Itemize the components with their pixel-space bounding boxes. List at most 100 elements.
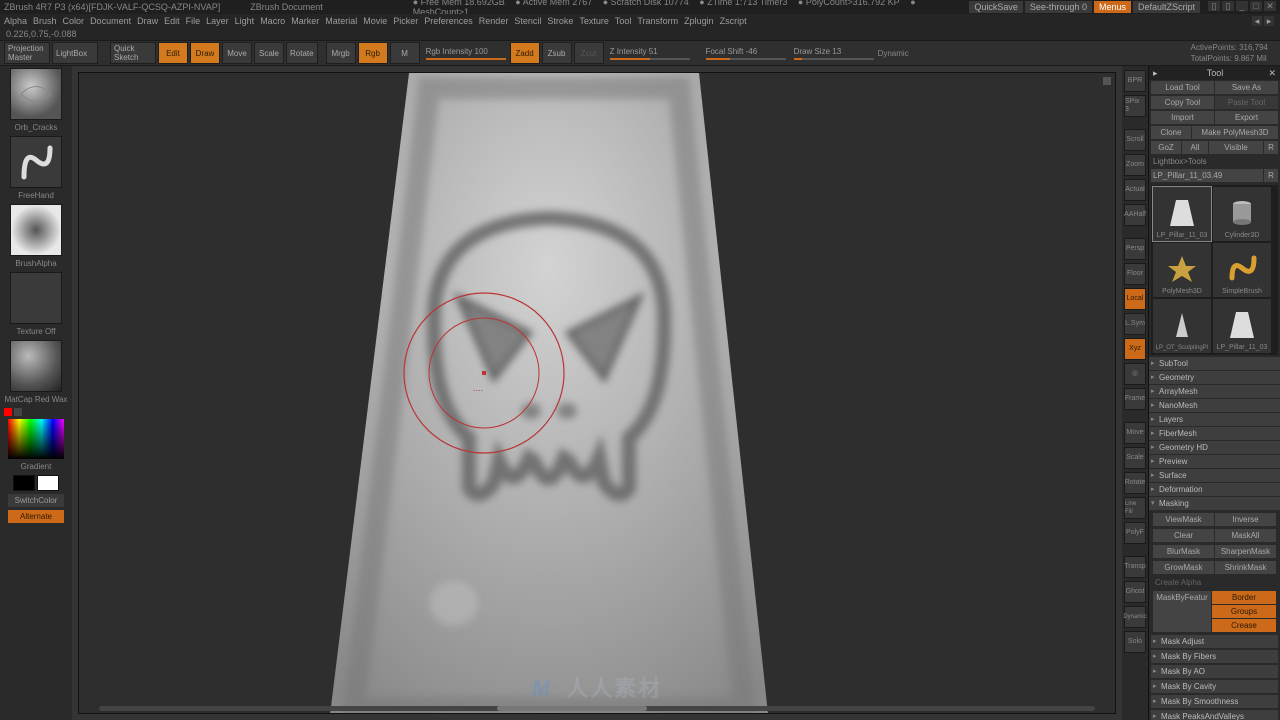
lightbox-tools-label[interactable]: Lightbox>Tools: [1149, 155, 1280, 168]
menu-marker[interactable]: Marker: [291, 16, 319, 26]
polyf-button[interactable]: PolyF: [1124, 522, 1146, 544]
gradient-label[interactable]: Gradient: [21, 462, 52, 472]
dynamic-label[interactable]: Dynamic: [878, 49, 909, 58]
clear-button[interactable]: Clear: [1153, 529, 1214, 542]
rgb-intensity-slider[interactable]: Rgb Intensity 100: [426, 46, 506, 60]
lightbox-button[interactable]: LightBox: [52, 42, 98, 64]
edit-button[interactable]: Edit: [158, 42, 188, 64]
tool-thumb-cylinder[interactable]: Cylinder3D: [1213, 187, 1271, 241]
zadd-button[interactable]: Zadd: [510, 42, 540, 64]
color-square-2[interactable]: [14, 408, 22, 416]
sec-maskao[interactable]: Mask By AO: [1151, 665, 1278, 678]
sharpenmask-button[interactable]: SharpenMask: [1215, 545, 1276, 558]
createalpha-label[interactable]: Create Alpha: [1151, 576, 1278, 589]
sec-geometry[interactable]: Geometry: [1149, 371, 1280, 384]
viewport-scrollbar[interactable]: [99, 706, 1095, 711]
copytool-button[interactable]: Copy Tool: [1151, 96, 1214, 109]
menu-macro[interactable]: Macro: [260, 16, 285, 26]
pastetool-button[interactable]: Paste Tool: [1215, 96, 1278, 109]
alpha-thumb[interactable]: [10, 204, 62, 256]
viewmask-button[interactable]: ViewMask: [1153, 513, 1214, 526]
tool-thumb-simplebrush[interactable]: SimpleBrush: [1213, 243, 1271, 297]
menu-preferences[interactable]: Preferences: [424, 16, 473, 26]
swatch-white[interactable]: [37, 475, 59, 491]
local-button[interactable]: Local: [1124, 288, 1146, 310]
import-button[interactable]: Import: [1151, 111, 1214, 124]
swatch-black[interactable]: [13, 475, 35, 491]
menu-material[interactable]: Material: [325, 16, 357, 26]
sec-geometryhd[interactable]: Geometry HD: [1149, 441, 1280, 454]
shrinkmask-button[interactable]: ShrinkMask: [1215, 561, 1276, 574]
transp-button[interactable]: Transp: [1124, 556, 1146, 578]
color-square-1[interactable]: [4, 408, 12, 416]
panel-close-icon[interactable]: ✕: [1268, 68, 1276, 79]
menus-button[interactable]: Menus: [1094, 1, 1131, 13]
m-button[interactable]: M: [390, 42, 420, 64]
z-intensity-slider[interactable]: Z Intensity 51: [610, 46, 690, 60]
material-thumb[interactable]: [10, 340, 62, 392]
sec-maskcavity[interactable]: Mask By Cavity: [1151, 680, 1278, 693]
menu-movie[interactable]: Movie: [363, 16, 387, 26]
saveas-button[interactable]: Save As: [1215, 81, 1278, 94]
persp-button[interactable]: Persp: [1124, 238, 1146, 260]
lsym-button[interactable]: L.Sym: [1124, 313, 1146, 335]
tool-thumb-polymesh[interactable]: PolyMesh3D: [1153, 243, 1211, 297]
spix-button[interactable]: SPix 3: [1124, 95, 1146, 117]
bpr-button[interactable]: BPR: [1124, 70, 1146, 92]
current-tool-label[interactable]: LP_Pillar_11_03.49: [1151, 169, 1263, 182]
sec-nanomesh[interactable]: NanoMesh: [1149, 399, 1280, 412]
menu-edit[interactable]: Edit: [164, 16, 180, 26]
sec-preview[interactable]: Preview: [1149, 455, 1280, 468]
scale3d-button[interactable]: Scale: [1124, 447, 1146, 469]
border-button[interactable]: Border: [1212, 591, 1276, 604]
loadtool-button[interactable]: Load Tool: [1151, 81, 1214, 94]
menu-document[interactable]: Document: [90, 16, 131, 26]
menu-left-icon[interactable]: ◂: [1252, 16, 1262, 26]
texture-thumb[interactable]: [10, 272, 62, 324]
projection-master-button[interactable]: Projection Master: [4, 42, 50, 64]
rotate-button[interactable]: Rotate: [286, 42, 318, 64]
color-picker[interactable]: [8, 419, 64, 459]
scroll-button[interactable]: Scroll: [1124, 129, 1146, 151]
menu-tool[interactable]: Tool: [615, 16, 632, 26]
current-r-button[interactable]: R: [1264, 169, 1278, 182]
goz-button[interactable]: GoZ: [1151, 141, 1181, 154]
solo-button[interactable]: Solo: [1124, 631, 1146, 653]
goz-r-button[interactable]: R: [1264, 141, 1278, 154]
stroke-thumb[interactable]: [10, 136, 62, 188]
makepolymesh3d-button[interactable]: Make PolyMesh3D: [1192, 126, 1278, 139]
viewport[interactable]: .... M 人人素材: [78, 72, 1116, 714]
menu-texture[interactable]: Texture: [579, 16, 609, 26]
draw-button[interactable]: Draw: [190, 42, 220, 64]
sec-masksmooth[interactable]: Mask By Smoothness: [1151, 695, 1278, 708]
menu-layer[interactable]: Layer: [206, 16, 229, 26]
scale-button[interactable]: Scale: [254, 42, 284, 64]
menu-zscript[interactable]: Zscript: [720, 16, 747, 26]
frame-button[interactable]: Frame: [1124, 388, 1146, 410]
mrgb-button[interactable]: Mrgb: [326, 42, 356, 64]
menu-draw[interactable]: Draw: [137, 16, 158, 26]
clone-button[interactable]: Clone: [1151, 126, 1191, 139]
menu-stroke[interactable]: Stroke: [547, 16, 573, 26]
switchcolor-button[interactable]: SwitchColor: [8, 494, 64, 507]
zsub-button[interactable]: Zsub: [542, 42, 572, 64]
sec-masking[interactable]: Masking: [1149, 497, 1280, 510]
sec-maskpeaks[interactable]: Mask PeaksAndValleys: [1151, 710, 1278, 720]
quicksave-button[interactable]: QuickSave: [969, 1, 1023, 13]
rotate3d-button[interactable]: Rotate: [1124, 472, 1146, 494]
maximize-icon[interactable]: □: [1250, 1, 1262, 11]
zoom-button[interactable]: Zoom: [1124, 154, 1146, 176]
defaultzscript-button[interactable]: DefaultZScript: [1133, 1, 1200, 13]
dock2-icon[interactable]: ▯: [1222, 1, 1234, 11]
menu-right-icon[interactable]: ▸: [1264, 16, 1274, 26]
sec-subtool[interactable]: SubTool: [1149, 357, 1280, 370]
inverse-button[interactable]: Inverse: [1215, 513, 1276, 526]
growmask-button[interactable]: GrowMask: [1153, 561, 1214, 574]
zcut-button[interactable]: Zcut: [574, 42, 604, 64]
linefill-button[interactable]: Line Fill: [1124, 497, 1146, 519]
xyz-button[interactable]: Xyz: [1124, 338, 1146, 360]
sec-layers[interactable]: Layers: [1149, 413, 1280, 426]
scroll-square-icon[interactable]: [1103, 77, 1111, 85]
blurmask-button[interactable]: BlurMask: [1153, 545, 1214, 558]
menu-alpha[interactable]: Alpha: [4, 16, 27, 26]
